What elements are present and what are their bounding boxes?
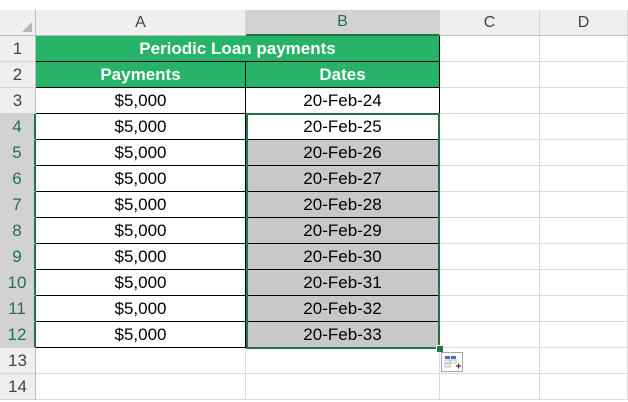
title-cell[interactable]: Periodic Loan payments xyxy=(36,36,440,62)
column-header-b[interactable]: B xyxy=(246,10,440,36)
select-all-triangle-icon xyxy=(22,22,32,32)
cell-c5[interactable] xyxy=(440,140,540,166)
dates-header-cell[interactable]: Dates xyxy=(246,62,440,88)
row-header-11[interactable]: 11 xyxy=(0,296,36,322)
cell-d6[interactable] xyxy=(540,166,628,192)
row-header-14[interactable]: 14 xyxy=(0,374,36,400)
cell-d12[interactable] xyxy=(540,322,628,348)
payment-cell[interactable]: $5,000 xyxy=(36,322,246,348)
cell-d10[interactable] xyxy=(540,270,628,296)
cell-c2[interactable] xyxy=(440,62,540,88)
payment-cell[interactable]: $5,000 xyxy=(36,192,246,218)
cell-d3[interactable] xyxy=(540,88,628,114)
cell-c4[interactable] xyxy=(440,114,540,140)
cell-d14[interactable] xyxy=(540,374,628,400)
row-header-7[interactable]: 7 xyxy=(0,192,36,218)
quick-analysis-icon xyxy=(444,356,461,369)
row-header-13[interactable]: 13 xyxy=(0,348,36,374)
cell-c8[interactable] xyxy=(440,218,540,244)
row-header-10[interactable]: 10 xyxy=(0,270,36,296)
cell-a13[interactable] xyxy=(36,348,246,374)
select-all-corner[interactable] xyxy=(0,10,36,36)
date-cell-selected[interactable]: 20-Feb-27 xyxy=(246,166,440,192)
cell-d7[interactable] xyxy=(540,192,628,218)
row-header-2[interactable]: 2 xyxy=(0,62,36,88)
cell-c3[interactable] xyxy=(440,88,540,114)
cell-d9[interactable] xyxy=(540,244,628,270)
date-cell-selected[interactable]: 20-Feb-33 xyxy=(246,322,440,348)
column-header-c[interactable]: C xyxy=(440,10,540,36)
payments-header-cell[interactable]: Payments xyxy=(36,62,246,88)
payment-cell[interactable]: $5,000 xyxy=(36,140,246,166)
payment-cell[interactable]: $5,000 xyxy=(36,114,246,140)
cell-c7[interactable] xyxy=(440,192,540,218)
row-header-12[interactable]: 12 xyxy=(0,322,36,348)
payment-cell[interactable]: $5,000 xyxy=(36,296,246,322)
date-cell-selected[interactable]: 20-Feb-30 xyxy=(246,244,440,270)
date-cell-selected[interactable]: 20-Feb-28 xyxy=(246,192,440,218)
quick-analysis-button[interactable] xyxy=(441,352,463,372)
cell-a14[interactable] xyxy=(36,374,246,400)
cell-d4[interactable] xyxy=(540,114,628,140)
cell-c9[interactable] xyxy=(440,244,540,270)
row-header-9[interactable]: 9 xyxy=(0,244,36,270)
date-cell-selected[interactable]: 20-Feb-31 xyxy=(246,270,440,296)
row-header-4[interactable]: 4 xyxy=(0,114,36,140)
date-cell[interactable]: 20-Feb-24 xyxy=(246,88,440,114)
cell-c10[interactable] xyxy=(440,270,540,296)
payment-cell[interactable]: $5,000 xyxy=(36,88,246,114)
payment-cell[interactable]: $5,000 xyxy=(36,244,246,270)
column-header-a[interactable]: A xyxy=(36,10,246,36)
cell-c1[interactable] xyxy=(440,36,540,62)
date-cell-selected[interactable]: 20-Feb-29 xyxy=(246,218,440,244)
payment-cell[interactable]: $5,000 xyxy=(36,218,246,244)
row-header-8[interactable]: 8 xyxy=(0,218,36,244)
cell-d5[interactable] xyxy=(540,140,628,166)
cell-c6[interactable] xyxy=(440,166,540,192)
cell-b14[interactable] xyxy=(246,374,440,400)
cell-d2[interactable] xyxy=(540,62,628,88)
row-header-1[interactable]: 1 xyxy=(0,36,36,62)
cell-b13[interactable] xyxy=(246,348,440,374)
date-cell-selected[interactable]: 20-Feb-32 xyxy=(246,296,440,322)
spreadsheet-grid: A B C D 1 2 3 4 5 6 7 8 9 10 11 12 13 14… xyxy=(0,0,628,402)
payment-cell[interactable]: $5,000 xyxy=(36,270,246,296)
cell-d1[interactable] xyxy=(540,36,628,62)
payment-cell[interactable]: $5,000 xyxy=(36,166,246,192)
cell-c12[interactable] xyxy=(440,322,540,348)
row-header-3[interactable]: 3 xyxy=(0,88,36,114)
cell-c11[interactable] xyxy=(440,296,540,322)
cell-d13[interactable] xyxy=(540,348,628,374)
cell-d8[interactable] xyxy=(540,218,628,244)
column-header-d[interactable]: D xyxy=(540,10,628,36)
row-header-5[interactable]: 5 xyxy=(0,140,36,166)
row-header-6[interactable]: 6 xyxy=(0,166,36,192)
date-cell-active[interactable]: 20-Feb-25 xyxy=(246,114,440,140)
cell-d11[interactable] xyxy=(540,296,628,322)
date-cell-selected[interactable]: 20-Feb-26 xyxy=(246,140,440,166)
cell-c14[interactable] xyxy=(440,374,540,400)
